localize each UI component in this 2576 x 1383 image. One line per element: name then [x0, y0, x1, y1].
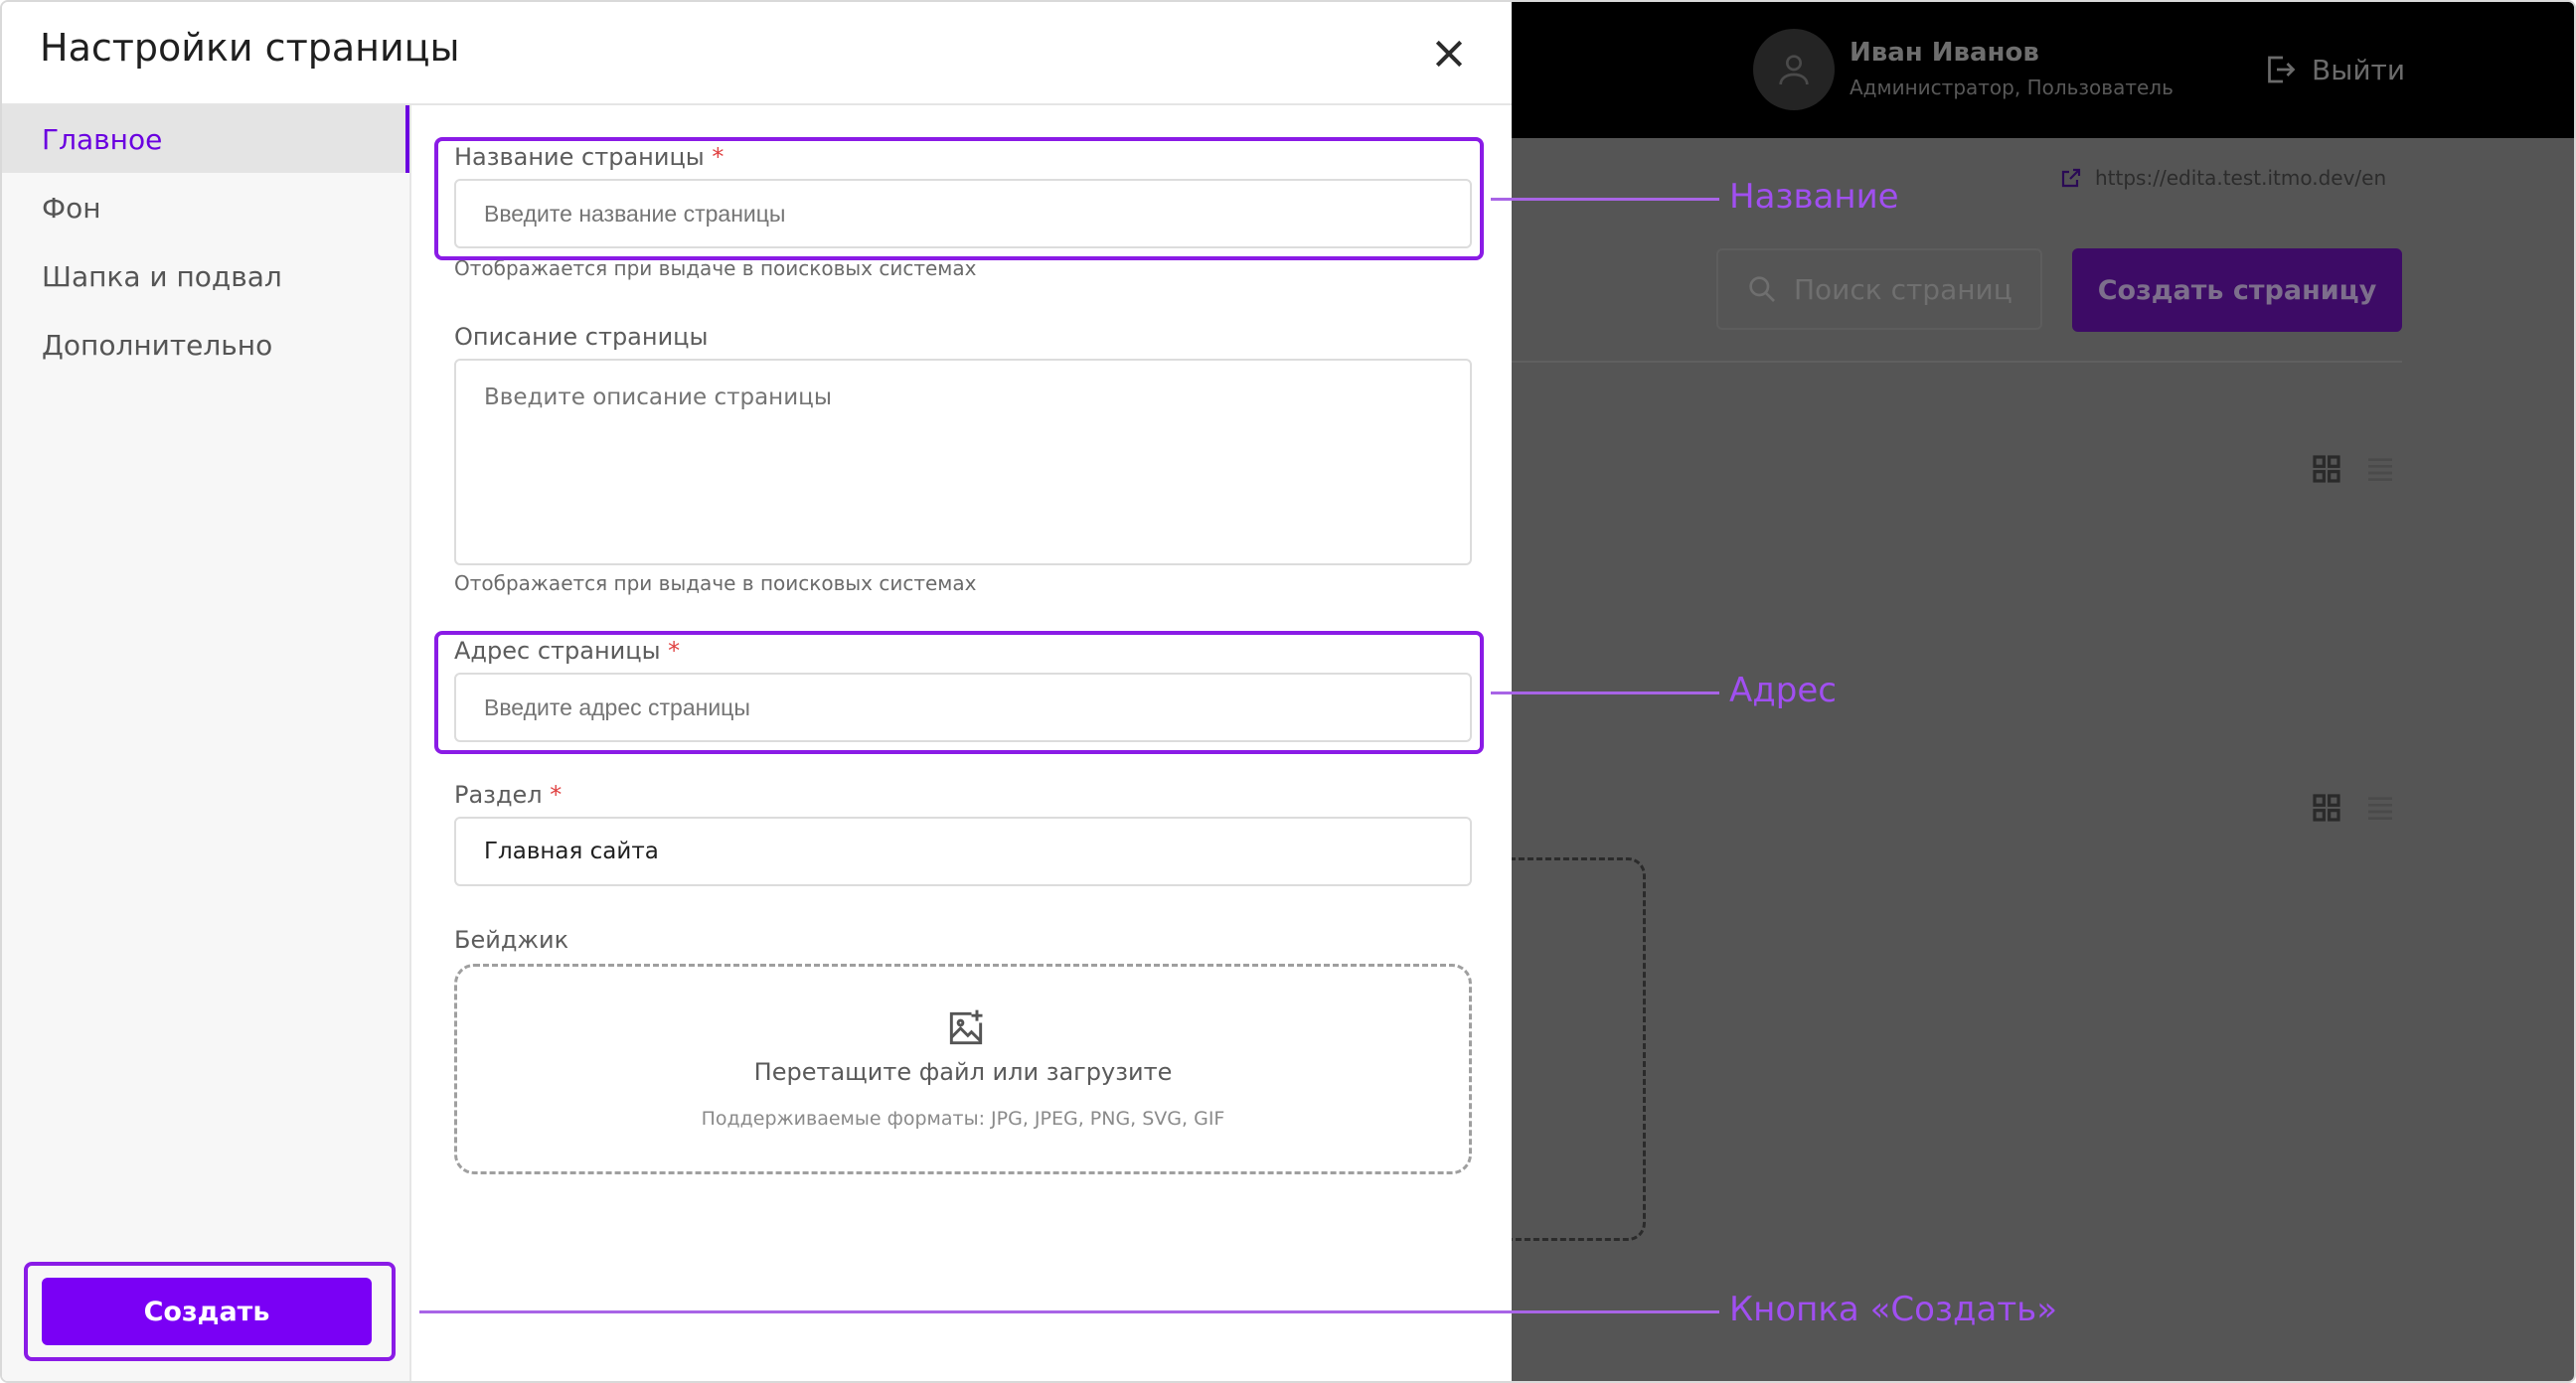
page-description-label: Описание страницы [454, 323, 709, 351]
logout-label: Выйти [2312, 53, 2406, 86]
site-url-text: https://edita.test.itmo.dev/en [2095, 166, 2387, 190]
grid-view-icon[interactable] [2311, 792, 2342, 824]
avatar[interactable] [1753, 29, 1835, 110]
sidebar-item-main[interactable]: Главное [2, 105, 409, 173]
badge-label: Бейджик [454, 926, 569, 954]
search-placeholder: Поиск страниц [1794, 272, 2012, 306]
list-view-icon[interactable] [2364, 453, 2396, 485]
settings-sidebar: Главное Фон Шапка и подвал Дополнительно [2, 105, 411, 1381]
image-upload-icon [949, 1009, 983, 1045]
create-page-button[interactable]: Создать страницу [2072, 248, 2402, 332]
callout-line-name [1491, 198, 1719, 201]
page-description-input[interactable] [454, 359, 1472, 565]
section-select[interactable]: Главная сайта [454, 817, 1472, 886]
site-url-link[interactable]: https://edita.test.itmo.dev/en [2059, 166, 2386, 190]
logout-button[interactable]: Выйти [2262, 52, 2405, 87]
callout-line-address [1491, 692, 1719, 694]
list-view-icon[interactable] [2364, 792, 2396, 824]
search-icon [1749, 276, 1775, 302]
user-role: Администратор, Пользователь [1850, 76, 2174, 99]
modal-title: Настройки страницы [40, 26, 460, 70]
view-toggle [2311, 792, 2396, 824]
dashed-placeholder [1492, 857, 1646, 1241]
close-icon[interactable] [1429, 34, 1469, 74]
sidebar-item-background[interactable]: Фон [2, 174, 409, 241]
page-description-hint: Отображается при выдаче в поисковых сист… [454, 571, 977, 595]
divider [1512, 361, 2402, 363]
highlight-create-button [24, 1262, 396, 1361]
view-toggle [2311, 453, 2396, 485]
callout-address: Адрес [1729, 671, 1837, 710]
app-header: Иван Иванов Администратор, Пользователь … [1512, 2, 2574, 138]
sidebar-item-advanced[interactable]: Дополнительно [2, 311, 409, 379]
callout-line-create [419, 1310, 1719, 1313]
logout-icon [2268, 56, 2296, 83]
highlight-address-field [434, 631, 1484, 754]
section-value: Главная сайта [484, 839, 659, 864]
grid-view-icon[interactable] [2311, 453, 2342, 485]
highlight-name-field [434, 137, 1484, 260]
badge-dropzone[interactable]: Перетащите файл или загрузите Поддержива… [454, 964, 1472, 1174]
dropzone-formats: Поддерживаемые форматы: JPG, JPEG, PNG, … [701, 1108, 1225, 1130]
required-mark: * [550, 781, 563, 809]
sidebar-item-header-footer[interactable]: Шапка и подвал [2, 242, 409, 310]
section-label: Раздел * [454, 781, 563, 809]
callout-name: Название [1729, 177, 1899, 217]
user-icon [1779, 55, 1809, 85]
dropzone-title: Перетащите файл или загрузите [753, 1058, 1173, 1086]
callout-create-button: Кнопка «Создать» [1729, 1290, 2057, 1329]
search-input[interactable]: Поиск страниц [1716, 248, 2042, 330]
external-link-icon [2061, 168, 2081, 188]
screen-frame: Иван Иванов Администратор, Пользователь … [0, 0, 2576, 1383]
user-name: Иван Иванов [1850, 38, 2039, 68]
